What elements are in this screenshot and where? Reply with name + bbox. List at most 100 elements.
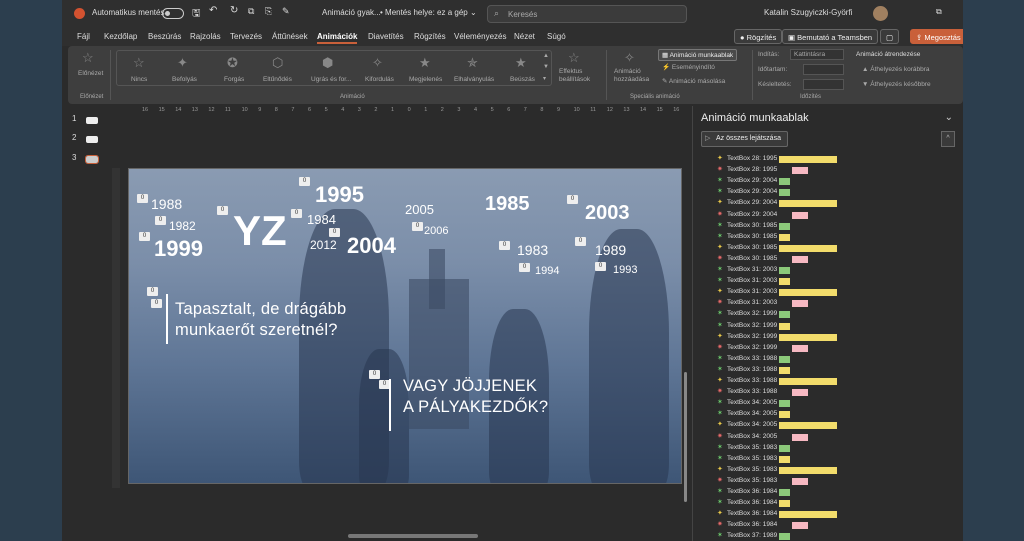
year-label[interactable]: 1999: [154, 236, 203, 262]
none-star-icon[interactable]: ☆: [133, 55, 145, 71]
timeline-bar[interactable]: [792, 522, 808, 530]
play-all-button[interactable]: Az összes lejátszása: [701, 131, 788, 147]
trigger-button[interactable]: ⚡ Eseményindító: [662, 63, 715, 71]
timeline-bar[interactable]: [779, 278, 790, 286]
timeline-bar[interactable]: [779, 267, 790, 274]
timeline-bar[interactable]: [779, 378, 837, 385]
record-button[interactable]: ● Rögzítés: [734, 29, 783, 44]
tab-slideshow[interactable]: Diavetítés: [368, 32, 404, 41]
year-label[interactable]: 1982: [169, 219, 196, 233]
animation-row[interactable]: ✷ TextBox 35: 1983: [717, 476, 957, 487]
animation-row[interactable]: ✶ TextBox 36: 1984: [717, 498, 957, 509]
bounce-cube-icon[interactable]: ⬢: [322, 55, 333, 71]
animation-row[interactable]: ✶ TextBox 31: 2003: [717, 276, 957, 287]
timeline-bar[interactable]: [792, 255, 808, 263]
preview-star-icon[interactable]: ☆: [82, 50, 94, 66]
animation-row[interactable]: ✦ TextBox 35: 1983: [717, 465, 957, 476]
share-button[interactable]: ⇪ Megosztás: [910, 29, 963, 44]
thumb-slide-1[interactable]: [86, 117, 98, 124]
animation-order-tag[interactable]: 0: [369, 370, 380, 379]
appear-icon[interactable]: ★: [419, 55, 431, 71]
year-label[interactable]: 2006: [424, 225, 448, 237]
timeline-bar[interactable]: [779, 355, 790, 363]
timeline-bar[interactable]: [779, 156, 837, 163]
timeline-bar[interactable]: [779, 466, 837, 474]
fade-icon[interactable]: ✯: [467, 55, 478, 71]
timeline-bar[interactable]: [779, 322, 790, 330]
redo-icon[interactable]: ↻: [230, 5, 238, 16]
animation-row[interactable]: ✷ TextBox 34: 2005: [717, 432, 957, 443]
animation-row[interactable]: ✶ TextBox 29: 2004: [717, 176, 957, 187]
animation-order-tag[interactable]: 0: [595, 262, 606, 271]
format-icon[interactable]: ⎘: [265, 6, 272, 17]
animation-row[interactable]: ✦ TextBox 36: 1984: [717, 509, 957, 520]
question-text-1[interactable]: Tapasztalt, de drágább munkaerőt szeretn…: [175, 299, 346, 341]
tab-draw[interactable]: Rajzolás: [190, 32, 221, 41]
year-label[interactable]: 1994: [535, 265, 559, 277]
timeline-bar[interactable]: [779, 189, 790, 197]
anim-beuszas[interactable]: Beúszás: [510, 76, 535, 83]
comments-icon[interactable]: ▢: [880, 29, 900, 44]
gallery-scroll-up-icon[interactable]: ▲: [543, 53, 549, 59]
timeline-bar[interactable]: [779, 500, 790, 508]
tab-view[interactable]: Nézet: [514, 32, 535, 41]
fly-in-icon[interactable]: ★: [515, 55, 527, 71]
slide-canvas[interactable]: 1988 1982 1999 YZ 1995 1984 2012 2004 20…: [128, 168, 682, 484]
year-label[interactable]: 1988: [151, 196, 182, 212]
year-label[interactable]: 2004: [347, 233, 396, 259]
animation-row[interactable]: ✷ TextBox 32: 1999: [717, 343, 957, 354]
year-label[interactable]: 2012: [310, 238, 337, 252]
tab-help[interactable]: Súgó: [547, 32, 566, 41]
timeline-bar[interactable]: [779, 511, 837, 519]
animation-row[interactable]: ✶ TextBox 34: 2005: [717, 409, 957, 420]
timeline-bar[interactable]: [779, 533, 790, 541]
animation-order-tag[interactable]: 0: [217, 206, 228, 215]
animation-row[interactable]: ✶ TextBox 32: 1999: [717, 309, 957, 320]
tab-home[interactable]: Kezdőlap: [104, 32, 137, 41]
user-name[interactable]: Katalin Szugyiczki-Györfi: [764, 8, 852, 17]
thumb-slide-3[interactable]: [85, 155, 99, 164]
timeline-bar[interactable]: [792, 300, 808, 308]
present-teams-button[interactable]: ▣ Bemutató a Teamsben: [782, 29, 879, 44]
timeline-bar[interactable]: [779, 333, 837, 341]
anim-befolyas[interactable]: Befolyás: [172, 76, 197, 83]
timeline-bar[interactable]: [779, 422, 837, 430]
animation-row[interactable]: ✷ TextBox 31: 2003: [717, 298, 957, 309]
thumb-slide-2[interactable]: [86, 136, 98, 143]
year-label[interactable]: 1989: [595, 242, 626, 258]
animation-row[interactable]: ✶ TextBox 35: 1983: [717, 454, 957, 465]
appear-star-icon[interactable]: ✦: [177, 55, 188, 71]
animation-order-tag[interactable]: 0: [151, 299, 162, 308]
effect-options-button[interactable]: Effektus beállítások: [559, 68, 597, 84]
timeline-bar[interactable]: [779, 400, 790, 408]
vertical-scrollbar[interactable]: [684, 372, 687, 502]
restore-icon[interactable]: ⧉: [936, 7, 942, 17]
timeline-bar[interactable]: [792, 389, 808, 397]
preview-button[interactable]: Előnézet: [78, 70, 103, 77]
document-title[interactable]: Animáció gyak...: [322, 8, 381, 17]
anim-forgas[interactable]: Forgás: [224, 76, 244, 83]
animation-order-tag[interactable]: 0: [299, 177, 310, 186]
tab-transitions[interactable]: Áttűnések: [272, 32, 308, 41]
timeline-bar[interactable]: [792, 344, 808, 352]
year-label[interactable]: 1983: [517, 242, 548, 258]
present-icon[interactable]: ⧉: [248, 6, 254, 17]
anim-kifordulas[interactable]: Kifordulás: [365, 76, 394, 83]
year-label[interactable]: 1995: [315, 182, 364, 208]
timeline-bar[interactable]: [779, 411, 790, 419]
year-label[interactable]: YZ: [233, 210, 287, 252]
add-animation-button[interactable]: Animáció hozzáadása: [614, 68, 650, 84]
animation-row[interactable]: ✦ TextBox 33: 1988: [717, 376, 957, 387]
animation-order-tag[interactable]: 0: [291, 209, 302, 218]
animation-order-tag[interactable]: 0: [155, 216, 166, 225]
timeline-bar[interactable]: [779, 222, 790, 230]
animation-order-tag[interactable]: 0: [499, 241, 510, 250]
animation-order-tag[interactable]: 0: [137, 194, 148, 203]
timeline-bar[interactable]: [779, 233, 790, 241]
year-label[interactable]: 1985: [485, 193, 530, 216]
chevron-down-icon[interactable]: ⌄: [945, 112, 953, 123]
anim-none[interactable]: Nincs: [131, 76, 147, 83]
flip-star-icon[interactable]: ✧: [372, 55, 383, 71]
animation-row[interactable]: ✦ TextBox 34: 2005: [717, 420, 957, 431]
add-animation-icon[interactable]: ✧: [624, 50, 635, 66]
